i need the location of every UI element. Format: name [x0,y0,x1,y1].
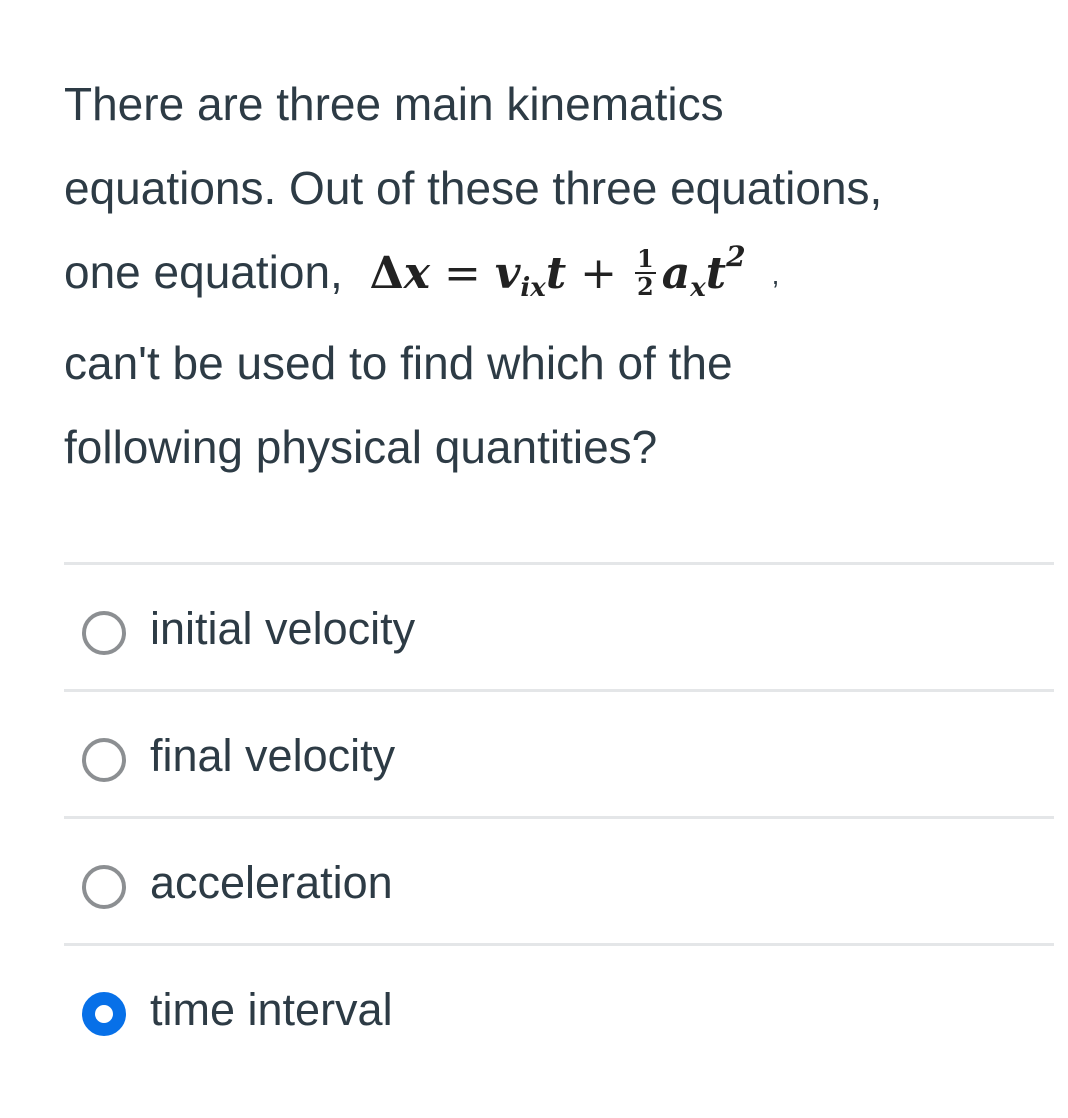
equation-plus: + [580,248,618,299]
equation-equals: = [443,248,481,299]
question-line-3-suffix: , [771,259,780,290]
question-line-2: equations. Out of these three equations, [64,162,883,214]
fraction-denominator: 2 [637,271,654,301]
answer-options: initial velocity final velocity accelera… [64,562,1054,1070]
equation-t1: t [545,248,567,299]
equation-a-subscript: x [690,273,706,303]
answer-option-label: time interval [150,984,393,1035]
answer-option-time-interval[interactable]: time interval [64,943,1054,1070]
kinematics-equation: Δx = vixt +1 2 axt2 [370,243,746,304]
equation-fraction: 12 [635,243,656,301]
equation-x: x [403,248,430,299]
fraction-numerator: 1 [635,243,656,274]
radio-button-icon[interactable] [82,865,126,909]
radio-button-icon[interactable] [82,611,126,655]
question-line-5: following physical quantities? [64,421,658,473]
equation-a: a [661,248,691,299]
answer-option-label: acceleration [150,857,393,908]
question-line-3-prefix: one equation, [64,246,343,298]
equation-v: v [494,248,521,299]
answer-option-acceleration[interactable]: acceleration [64,816,1054,943]
radio-button-icon[interactable] [82,738,126,782]
equation-t2-superscript: 2 [726,240,746,273]
radio-button-selected-icon[interactable] [82,992,126,1036]
question-line-3: one equation, Δx = vixt +1 2 axt2, [64,230,1024,321]
answer-option-label: final velocity [150,730,396,781]
answer-option-label: initial velocity [150,603,416,654]
question-line-4: can't be used to find which of the [64,337,733,389]
question-line-1: There are three main kinematics [64,78,724,130]
equation-v-subscript: ix [520,273,546,303]
answer-option-final-velocity[interactable]: final velocity [64,689,1054,816]
equation-delta: Δ [369,248,404,299]
equation-t2: t [705,248,727,299]
question-text: There are three main kinematics equation… [64,62,1024,489]
answer-option-initial-velocity[interactable]: initial velocity [64,562,1054,689]
